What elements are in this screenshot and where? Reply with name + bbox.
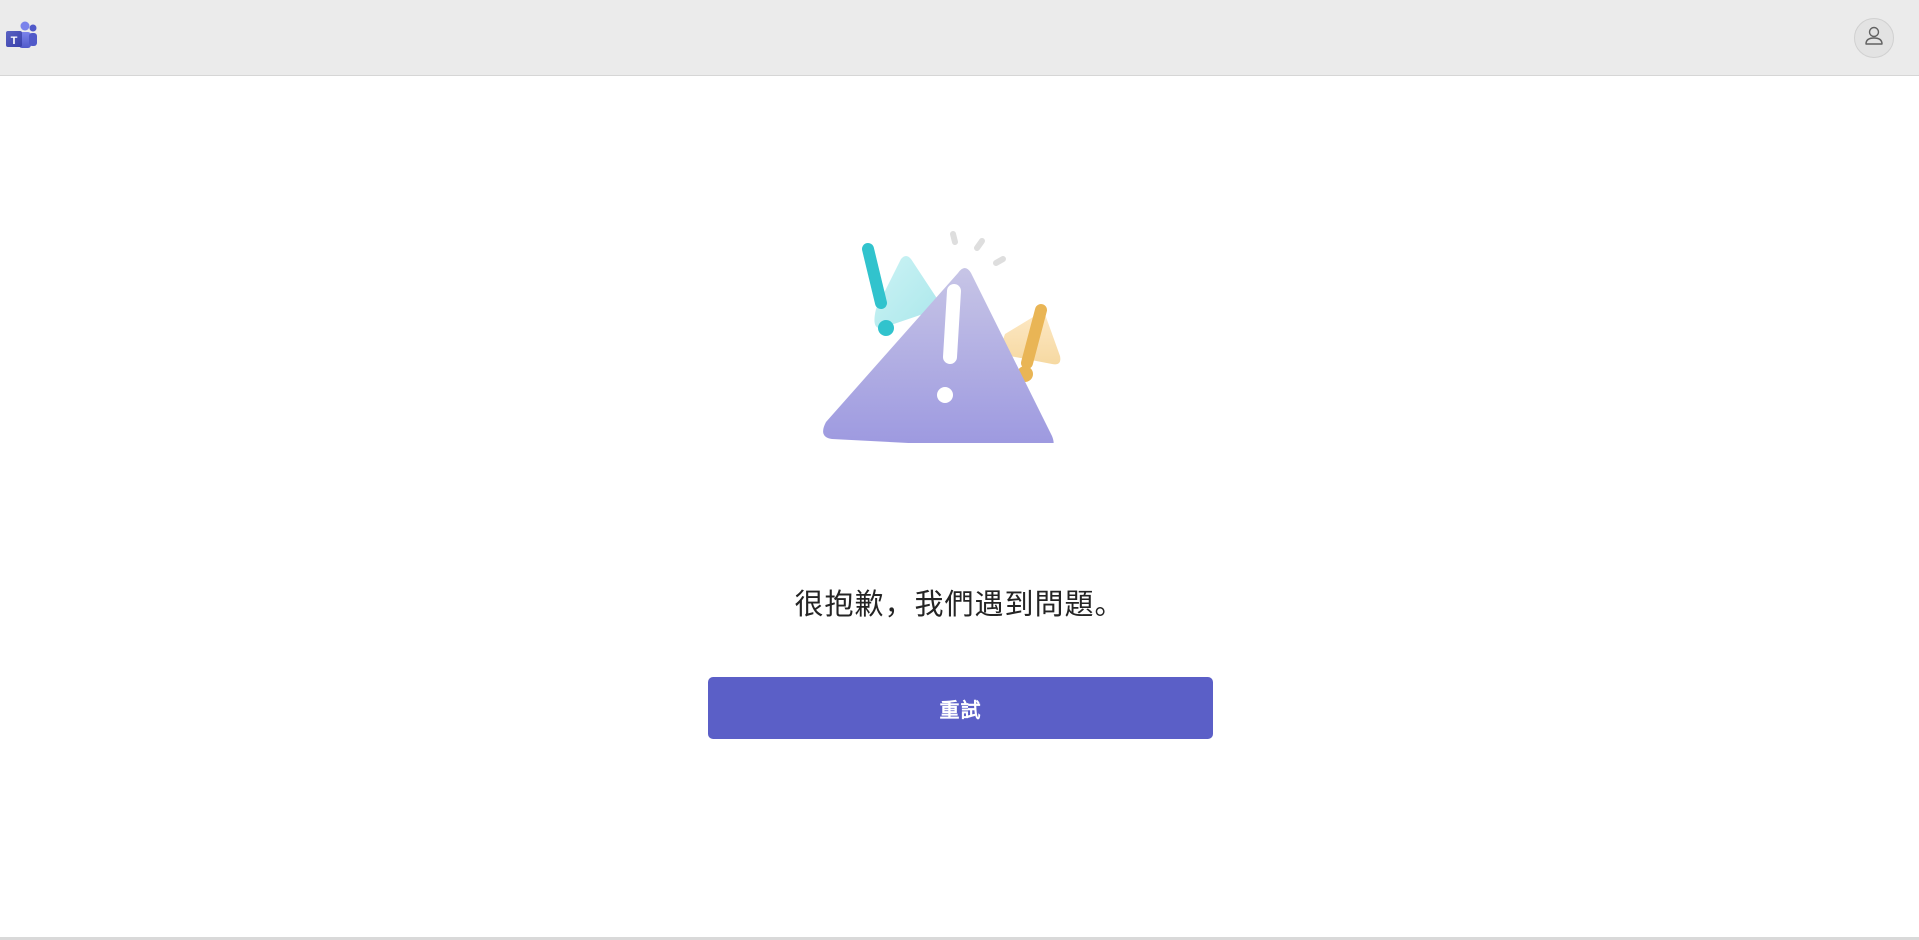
top-bar: T <box>0 0 1919 76</box>
person-icon <box>1863 25 1885 51</box>
account-button[interactable] <box>1854 18 1894 58</box>
retry-button[interactable]: 重試 <box>708 677 1213 739</box>
warning-triangles-illustration <box>820 203 1100 451</box>
error-message: 很抱歉，我們遇到問題。 <box>794 587 1125 621</box>
microsoft-teams-icon[interactable]: T <box>4 20 38 54</box>
svg-text:T: T <box>11 35 18 47</box>
